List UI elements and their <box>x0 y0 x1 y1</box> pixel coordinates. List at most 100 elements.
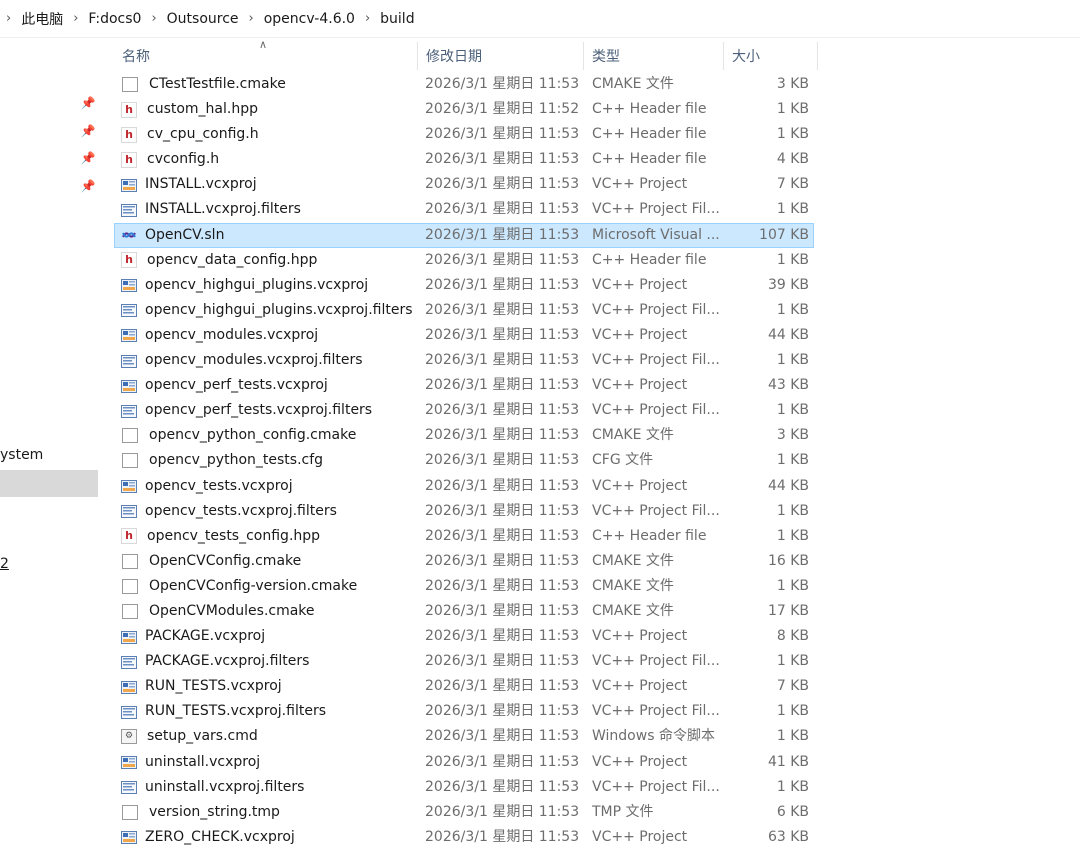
file-name-cell[interactable]: h cvconfig.h <box>121 148 413 171</box>
file-row[interactable]: uninstall.vcxproj.filters 2026/3/1 星期日 11… <box>114 775 814 800</box>
file-name-cell[interactable]: RUN_TESTS.vcxproj.filters <box>121 700 413 723</box>
column-header-type[interactable]: 类型 <box>584 42 724 70</box>
file-name-cell[interactable]: OpenCV.sln <box>121 224 413 247</box>
file-row[interactable]: h cv_cpu_config.h 2026/3/1 星期日 11:53 C++ He… <box>114 122 814 147</box>
file-row[interactable]: opencv_highgui_plugins.vcxproj.filters 20… <box>114 298 814 323</box>
file-name-cell[interactable]: opencv_highgui_plugins.vcxproj <box>121 274 413 297</box>
column-header-name[interactable]: 名称 <box>114 42 418 70</box>
file-name-cell[interactable]: uninstall.vcxproj <box>121 751 413 774</box>
file-row[interactable]: h cvconfig.h 2026/3/1 星期日 11:53 C++ Header … <box>114 147 814 172</box>
breadcrumb-opencv[interactable]: opencv-4.6.0 <box>260 9 359 29</box>
file-date: 2026/3/1 星期日 11:53 <box>425 226 580 243</box>
file-size: 1 KB <box>776 352 809 369</box>
file-row[interactable]: opencv_python_config.cmake 2026/3/1 星期日 1… <box>114 423 814 448</box>
chevron-right-icon[interactable]: › <box>0 11 17 26</box>
file-row[interactable]: ⚙ setup_vars.cmd 2026/3/1 星期日 11:53 Windows… <box>114 724 814 749</box>
file-name-cell[interactable]: opencv_perf_tests.vcxproj <box>121 374 413 397</box>
column-header-date[interactable]: 修改日期 <box>418 42 584 70</box>
file-row[interactable]: INSTALL.vcxproj 2026/3/1 星期日 11:53 VC++ Pr… <box>114 172 814 197</box>
file-name-cell[interactable]: PACKAGE.vcxproj <box>121 625 413 648</box>
file-row[interactable]: opencv_tests.vcxproj.filters 2026/3/1 星期日… <box>114 499 814 524</box>
pin-icon[interactable]: 📌 <box>80 95 96 111</box>
file-row[interactable]: OpenCVConfig.cmake 2026/3/1 星期日 11:53 CMAK… <box>114 549 814 574</box>
file-name-cell[interactable]: OpenCVConfig.cmake <box>121 550 413 573</box>
file-row[interactable]: PACKAGE.vcxproj.filters 2026/3/1 星期日 11:5… <box>114 649 814 674</box>
file-name-cell[interactable]: opencv_python_config.cmake <box>121 424 413 447</box>
file-row[interactable]: OpenCV.sln 2026/3/1 星期日 11:53 Microsoft Vi… <box>114 222 814 248</box>
file-name-cell[interactable]: opencv_tests.vcxproj <box>121 475 413 498</box>
pin-icon[interactable]: 📌 <box>80 178 96 194</box>
nav-item-system[interactable]: ystem <box>0 447 43 463</box>
file-name-cell[interactable]: h cv_cpu_config.h <box>121 123 413 146</box>
chevron-right-icon[interactable]: › <box>145 11 162 26</box>
file-row[interactable]: RUN_TESTS.vcxproj 2026/3/1 星期日 11:53 VC++ … <box>114 674 814 699</box>
nav-item-2[interactable]: 2 <box>0 556 9 572</box>
file-name-cell[interactable]: PACKAGE.vcxproj.filters <box>121 650 413 673</box>
file-name-cell[interactable]: opencv_python_tests.cfg <box>121 449 413 472</box>
file-generic-icon <box>122 428 138 444</box>
chevron-right-icon[interactable]: › <box>67 11 84 26</box>
file-row[interactable]: opencv_perf_tests.vcxproj 2026/3/1 星期日 11… <box>114 373 814 398</box>
file-name-cell[interactable]: opencv_perf_tests.vcxproj.filters <box>121 399 413 422</box>
file-name-cell[interactable]: opencv_highgui_plugins.vcxproj.filters <box>121 299 413 322</box>
file-name-cell[interactable]: CTestTestfile.cmake <box>121 73 413 96</box>
nav-item-selected[interactable] <box>0 470 98 497</box>
file-name-cell[interactable]: h opencv_tests_config.hpp <box>121 525 413 548</box>
file-row[interactable]: opencv_tests.vcxproj 2026/3/1 星期日 11:53 VC… <box>114 474 814 499</box>
file-date: 2026/3/1 星期日 11:53 <box>425 352 580 369</box>
file-name-cell[interactable]: INSTALL.vcxproj.filters <box>121 198 413 221</box>
file-date: 2026/3/1 星期日 11:53 <box>425 477 580 494</box>
file-name-cell[interactable]: OpenCVModules.cmake <box>121 600 413 623</box>
file-generic-icon <box>122 804 138 820</box>
file-row[interactable]: OpenCVModules.cmake 2026/3/1 星期日 11:53 CMA… <box>114 599 814 624</box>
file-name: version_string.tmp <box>149 803 280 820</box>
breadcrumb-drive[interactable]: F:docs0 <box>84 9 145 29</box>
file-row[interactable]: uninstall.vcxproj 2026/3/1 星期日 11:53 VC++ … <box>114 750 814 775</box>
file-date: 2026/3/1 星期日 11:53 <box>425 653 580 670</box>
file-row[interactable]: CTestTestfile.cmake 2026/3/1 星期日 11:53 CMA… <box>114 72 814 97</box>
file-row[interactable]: INSTALL.vcxproj.filters 2026/3/1 星期日 11:5… <box>114 197 814 222</box>
breadcrumb-outsource[interactable]: Outsource <box>163 9 243 29</box>
file-name-cell[interactable]: h opencv_data_config.hpp <box>121 249 413 272</box>
file-row[interactable]: opencv_modules.vcxproj 2026/3/1 星期日 11:53… <box>114 323 814 348</box>
file-name: opencv_modules.vcxproj <box>145 326 319 343</box>
file-row[interactable]: PACKAGE.vcxproj 2026/3/1 星期日 11:53 VC++ Pr… <box>114 624 814 649</box>
file-name-cell[interactable]: ⚙ setup_vars.cmd <box>121 725 413 748</box>
file-name-cell[interactable]: ZERO_CHECK.vcxproj <box>121 826 413 849</box>
file-row[interactable]: version_string.tmp 2026/3/1 星期日 11:53 TMP … <box>114 800 814 825</box>
file-size: 1 KB <box>776 452 809 469</box>
file-row[interactable]: opencv_modules.vcxproj.filters 2026/3/1 星… <box>114 348 814 373</box>
file-row[interactable]: RUN_TESTS.vcxproj.filters 2026/3/1 星期日 11… <box>114 699 814 724</box>
file-row[interactable]: opencv_perf_tests.vcxproj.filters 2026/3/… <box>114 398 814 423</box>
vcxproj-filters-icon <box>121 353 137 369</box>
file-row[interactable]: opencv_python_tests.cfg 2026/3/1 星期日 11:5… <box>114 448 814 473</box>
file-row[interactable]: h custom_hal.hpp 2026/3/1 星期日 11:52 C++ Hea… <box>114 97 814 122</box>
file-name-cell[interactable]: opencv_modules.vcxproj.filters <box>121 349 413 372</box>
file-name-cell[interactable]: uninstall.vcxproj.filters <box>121 776 413 799</box>
file-name-cell[interactable]: INSTALL.vcxproj <box>121 173 413 196</box>
file-name-cell[interactable]: version_string.tmp <box>121 801 413 824</box>
file-name-cell[interactable]: opencv_modules.vcxproj <box>121 324 413 347</box>
vcxproj-icon <box>121 679 137 695</box>
file-row[interactable]: h opencv_data_config.hpp 2026/3/1 星期日 11:5… <box>114 248 814 273</box>
file-row[interactable]: opencv_highgui_plugins.vcxproj 2026/3/1 星… <box>114 273 814 298</box>
file-row[interactable]: h opencv_tests_config.hpp 2026/3/1 星期日 11:… <box>114 524 814 549</box>
file-generic-icon <box>122 77 138 92</box>
chevron-right-icon[interactable]: › <box>243 11 260 26</box>
breadcrumb-build[interactable]: build <box>376 9 418 29</box>
column-header-size[interactable]: 大小 <box>724 42 818 70</box>
breadcrumb-this-pc[interactable]: 此电脑 <box>17 7 67 31</box>
file-size: 1 KB <box>776 251 809 268</box>
file-name-cell[interactable]: h custom_hal.hpp <box>121 98 413 121</box>
chevron-right-icon[interactable]: › <box>359 11 376 26</box>
file-name-cell[interactable]: opencv_tests.vcxproj.filters <box>121 500 413 523</box>
file-row[interactable]: ZERO_CHECK.vcxproj 2026/3/1 星期日 11:53 VC++… <box>114 825 814 850</box>
file-date: 2026/3/1 星期日 11:53 <box>425 427 580 444</box>
vcxproj-filters-icon <box>121 202 137 218</box>
file-name-cell[interactable]: OpenCVConfig-version.cmake <box>121 575 413 598</box>
pin-icon[interactable]: 📌 <box>80 123 96 139</box>
vcxproj-filters-icon <box>121 302 137 318</box>
pin-icon[interactable]: 📌 <box>80 150 96 166</box>
file-name-cell[interactable]: RUN_TESTS.vcxproj <box>121 675 413 698</box>
file-row[interactable]: OpenCVConfig-version.cmake 2026/3/1 星期日 1… <box>114 574 814 599</box>
